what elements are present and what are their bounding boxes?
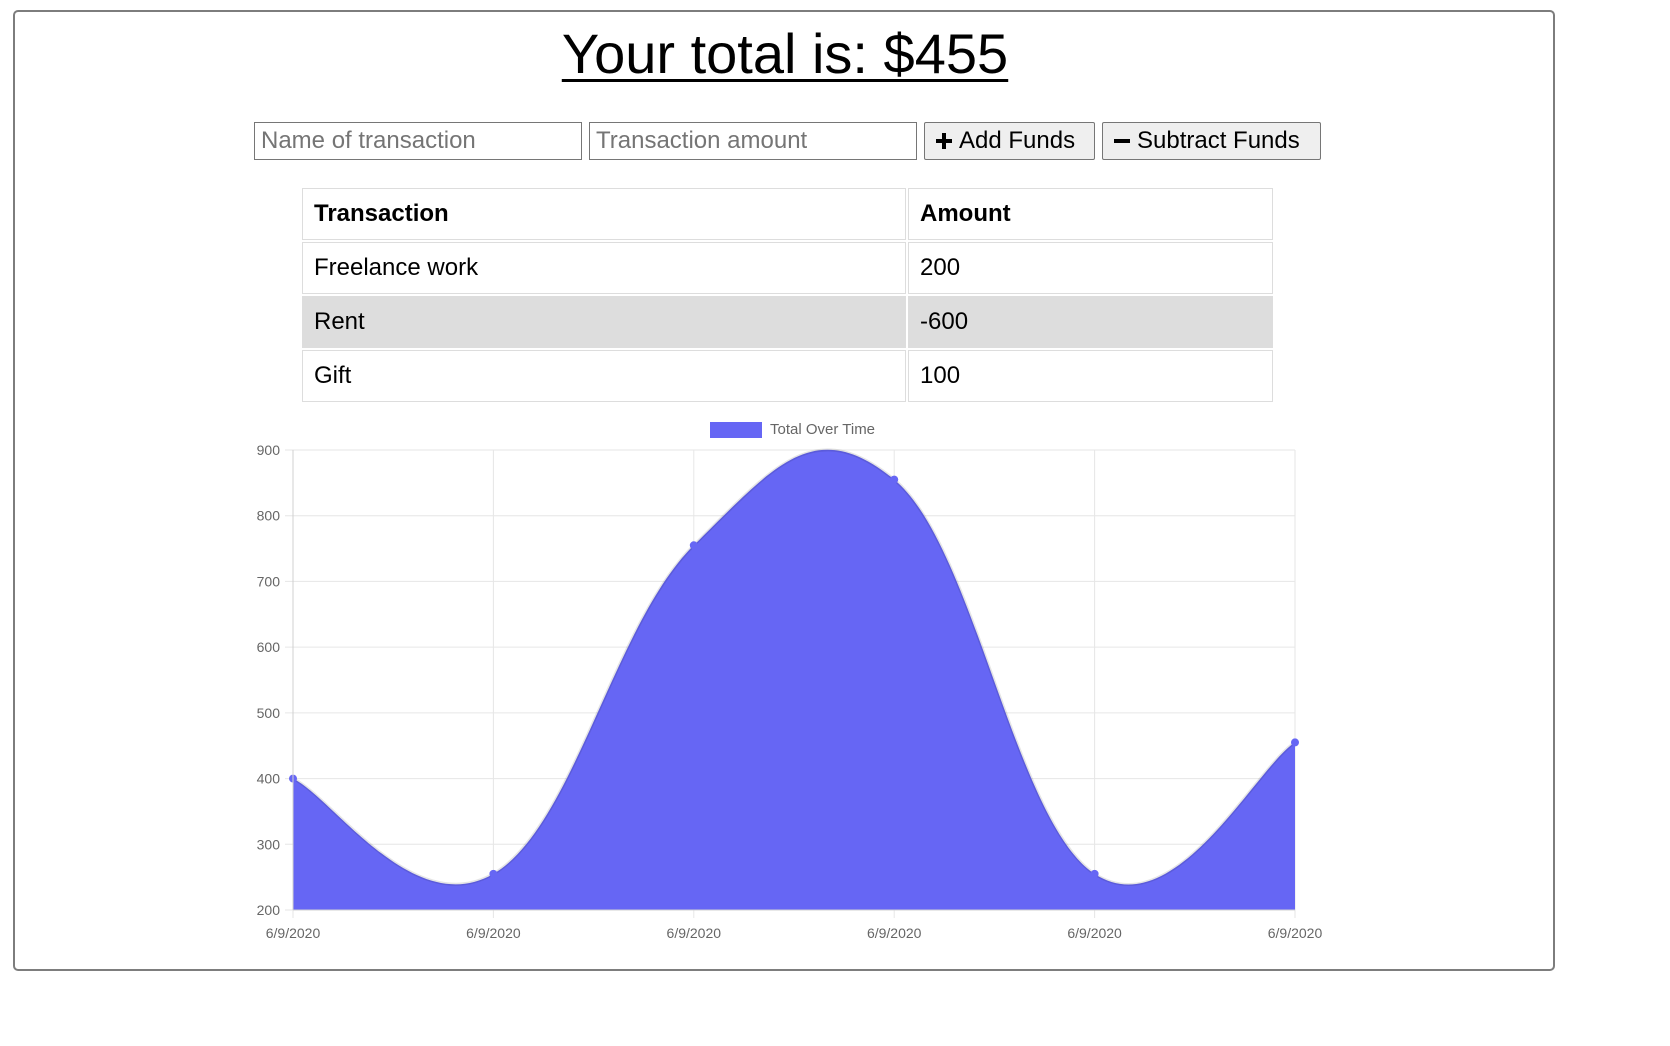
data-point: [1090, 869, 1099, 878]
series-area: [293, 449, 1295, 910]
total-value: $455: [883, 22, 1009, 85]
page-title: Your total is: $455: [0, 22, 1570, 86]
legend-label: Total Over Time: [770, 421, 875, 438]
plus-icon: [935, 128, 953, 154]
data-point: [689, 541, 698, 550]
transaction-name-cell: Gift: [302, 350, 906, 402]
total-over-time-chart: 200 300 400 500 600 700 800 900 6/9/2020 6/9/2020…: [240, 412, 1340, 952]
data-point: [1291, 738, 1299, 747]
table-header-row: Transaction Amount: [302, 188, 1273, 240]
x-tick-label: 6/9/2020: [867, 925, 922, 941]
y-tick-label: 300: [257, 836, 281, 852]
column-header-amount: Amount: [908, 188, 1273, 240]
y-tick-label: 200: [257, 902, 281, 918]
x-tick-label: 6/9/2020: [1067, 925, 1122, 941]
x-tick-label: 6/9/2020: [466, 925, 521, 941]
transaction-amount-cell: 100: [908, 350, 1273, 402]
x-tick-label: 6/9/2020: [667, 925, 722, 941]
transaction-amount-cell: -600: [908, 296, 1273, 348]
data-point: [890, 475, 899, 484]
table-row: Rent -600: [302, 296, 1273, 348]
total-prefix: Your total is:: [561, 22, 884, 85]
transaction-name-cell: Freelance work: [302, 242, 906, 294]
transaction-name-input[interactable]: [254, 122, 582, 160]
minus-icon: [1113, 128, 1131, 154]
y-tick-label: 600: [257, 639, 281, 655]
data-point: [489, 869, 498, 878]
add-funds-button[interactable]: Add Funds: [924, 122, 1095, 160]
x-tick-label: 6/9/2020: [266, 925, 321, 941]
transactions-table: Transaction Amount Freelance work 200 Re…: [300, 186, 1275, 404]
y-tick-label: 800: [257, 508, 281, 524]
transaction-amount-input[interactable]: [589, 122, 917, 160]
column-header-transaction: Transaction: [302, 188, 906, 240]
y-tick-label: 700: [257, 573, 281, 589]
y-tick-label: 900: [257, 442, 281, 458]
y-tick-label: 400: [257, 771, 281, 787]
transaction-amount-cell: 200: [908, 242, 1273, 294]
add-funds-label: Add Funds: [959, 127, 1076, 154]
subtract-funds-label: Subtract Funds: [1137, 127, 1300, 154]
transaction-name-cell: Rent: [302, 296, 906, 348]
subtract-funds-button[interactable]: Subtract Funds: [1102, 122, 1321, 160]
table-row: Gift 100: [302, 350, 1273, 402]
table-row: Freelance work 200: [302, 242, 1273, 294]
legend-swatch: [710, 422, 762, 438]
chart-canvas: 200 300 400 500 600 700 800 900 6/9/2020 6/9/2020…: [257, 421, 1323, 941]
x-tick-label: 6/9/2020: [1268, 925, 1323, 941]
y-tick-label: 500: [257, 705, 281, 721]
